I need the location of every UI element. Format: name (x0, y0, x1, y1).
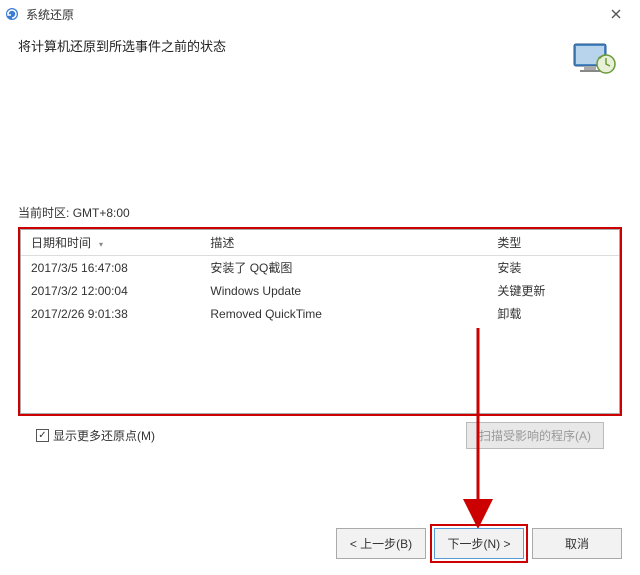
col-type[interactable]: 类型 (487, 230, 619, 256)
table-row[interactable]: 2017/3/5 16:47:08 安装了 QQ截图 安装 (21, 256, 619, 280)
cancel-button[interactable]: 取消 (532, 528, 622, 559)
restore-points-highlight: 日期和时间▾ 描述 类型 2017/3/5 16:47:08 安装了 QQ截图 … (18, 227, 622, 416)
sort-down-icon: ▾ (99, 240, 103, 249)
timezone-value: GMT+8:00 (73, 206, 130, 220)
back-button[interactable]: < 上一步(B) (336, 528, 426, 559)
restore-monitor-icon (570, 36, 618, 84)
page-heading: 将计算机还原到所选事件之前的状态 (18, 36, 570, 55)
table-header-row: 日期和时间▾ 描述 类型 (21, 230, 619, 256)
wizard-footer: < 上一步(B) 下一步(N) > 取消 (336, 528, 622, 559)
next-button[interactable]: 下一步(N) > (434, 528, 524, 559)
restore-points-table[interactable]: 日期和时间▾ 描述 类型 2017/3/5 16:47:08 安装了 QQ截图 … (21, 230, 619, 413)
table-row[interactable]: 2017/2/26 9:01:38 Removed QuickTime 卸载 (21, 302, 619, 325)
system-restore-icon (4, 6, 20, 22)
titlebar: 系统还原 (0, 0, 640, 28)
timezone-label: 当前时区: GMT+8:00 (18, 204, 622, 221)
close-button[interactable] (596, 0, 636, 28)
close-icon (611, 9, 621, 19)
checkbox-label: 显示更多还原点(M) (53, 427, 155, 444)
checkbox-icon: ✓ (36, 429, 49, 442)
scan-affected-button: 扫描受影响的程序(A) (466, 422, 604, 449)
show-more-checkbox[interactable]: ✓ 显示更多还原点(M) (36, 427, 155, 444)
heading-row: 将计算机还原到所选事件之前的状态 (0, 28, 640, 92)
col-date[interactable]: 日期和时间▾ (21, 230, 200, 256)
col-desc[interactable]: 描述 (200, 230, 487, 256)
table-row[interactable]: 2017/3/2 12:00:04 Windows Update 关键更新 (21, 279, 619, 302)
table-empty-space (21, 325, 619, 413)
window-title: 系统还原 (26, 6, 596, 23)
